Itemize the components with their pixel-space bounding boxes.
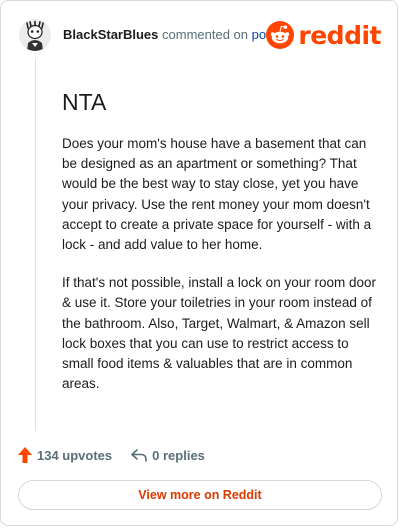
upvote-count: 134 upvotes xyxy=(37,447,113,463)
comment-title: NTA xyxy=(62,89,107,115)
comment-paragraph: If that's not possible, install a lock o… xyxy=(62,275,376,392)
reply-count: 0 replies xyxy=(152,447,205,463)
comment-header: BlackStarBlues commented on post reddit xyxy=(19,17,381,53)
avatar-image xyxy=(19,19,51,51)
view-more-button[interactable]: View more on Reddit xyxy=(18,480,382,510)
author-name[interactable]: BlackStarBlues xyxy=(63,27,158,42)
upvote-button[interactable]: 134 upvotes xyxy=(17,446,112,464)
comment-meta: BlackStarBlues commented on post xyxy=(63,27,276,42)
reply-arrow-icon xyxy=(131,449,147,462)
comment-card: BlackStarBlues commented on post reddit … xyxy=(0,0,398,526)
comment-paragraph: Does your mom's house have a basement th… xyxy=(62,136,372,253)
upvote-arrow-icon xyxy=(18,447,32,463)
thread-line xyxy=(35,59,36,431)
reddit-logo[interactable]: reddit xyxy=(266,19,381,51)
reddit-wordmark: reddit xyxy=(298,20,381,50)
reply-button[interactable]: 0 replies xyxy=(130,447,205,463)
reddit-snoo-icon xyxy=(266,21,295,49)
avatar[interactable] xyxy=(19,19,51,51)
comment-footer: 134 upvotes 0 replies xyxy=(17,445,205,465)
commented-on-text: commented on xyxy=(162,27,249,42)
comment-body: NTA Does your mom's house have a basemen… xyxy=(62,89,382,412)
